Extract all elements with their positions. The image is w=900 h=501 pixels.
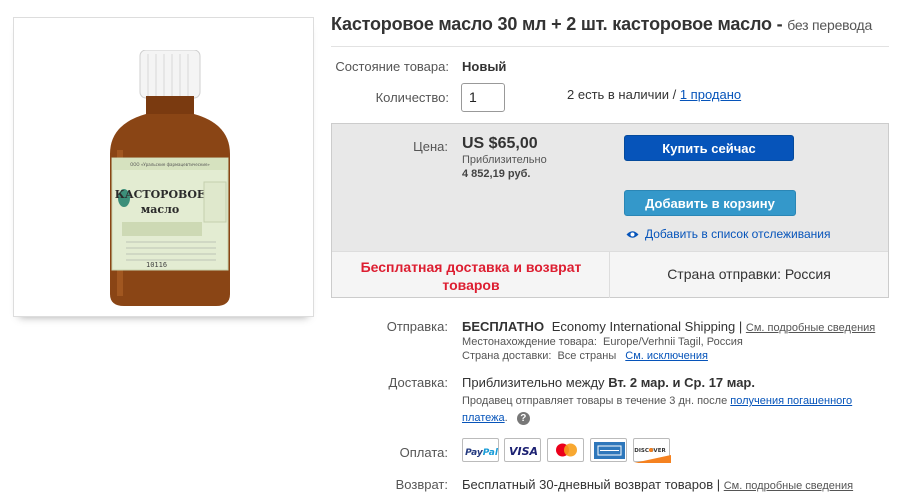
delivery-note-text: Продавец отправляет товары в течение 3 д…	[462, 395, 728, 407]
svg-text:10116: 10116	[146, 261, 167, 269]
product-title-text: Касторовое масло 30 мл + 2 шт. касторово…	[331, 14, 783, 34]
shipping-details-link[interactable]: См. подробные сведения	[746, 322, 875, 334]
condition-value: Новый	[462, 59, 507, 74]
shipping-line: БЕСПЛАТНО Economy International Shipping…	[462, 319, 875, 334]
add-to-watchlist-link[interactable]: Добавить в список отслеживания	[626, 227, 830, 241]
price-value: US $65,00	[462, 135, 538, 152]
buy-now-button[interactable]: Купить сейчас	[624, 135, 794, 161]
ships-to: Страна доставки: Все страны См. исключен…	[462, 350, 708, 362]
delivery-note: Продавец отправляет товары в течение 3 д…	[462, 393, 872, 427]
svg-text:масло: масло	[141, 203, 179, 216]
sold-count-link[interactable]: 1 продано	[680, 87, 741, 102]
delivery-estimate: Приблизительно между Вт. 2 мар. и Ср. 17…	[462, 375, 755, 390]
delivery-note-end: .	[504, 412, 508, 424]
ships-to-value: Все страны	[557, 350, 617, 362]
ships-to-label: Страна доставки:	[462, 350, 552, 362]
delivery-estimate-prefix: Приблизительно между	[462, 375, 605, 390]
returns-value: Бесплатный 30-дневный возврат товаров |	[462, 477, 721, 492]
ships-from-country: Страна отправки: Россия	[667, 266, 831, 282]
mastercard-icon	[547, 438, 584, 462]
add-to-cart-button[interactable]: Добавить в корзину	[624, 190, 796, 216]
svg-text:КАСТОРОВОЕ: КАСТОРОВОЕ	[115, 188, 206, 201]
free-shipping-returns: Бесплатная доставка и возврат товаров	[360, 259, 582, 293]
product-image-card[interactable]: ООО «Уральские фармацевтические» КАСТОРО…	[13, 17, 314, 317]
item-location-label: Местонахождение товара:	[462, 336, 597, 348]
quantity-input[interactable]: 1	[461, 83, 505, 112]
title-translation-note: без перевода	[787, 17, 873, 33]
item-location-value: Europe/Verhnii Tagil, Россия	[603, 336, 743, 348]
price-panel: Цена: US $65,00 Приблизительно 4 852,19 …	[331, 123, 889, 298]
quantity-label: Количество:	[375, 90, 449, 105]
shipping-label: Отправка:	[386, 319, 448, 334]
panel-shipping-strip: Бесплатная доставка и возврат товаров Ст…	[332, 251, 888, 298]
returns-details-link[interactable]: См. подробные сведения	[724, 480, 853, 492]
visa-icon: VISA	[504, 438, 541, 462]
available-count: 2 есть в наличии /	[567, 87, 677, 102]
condition-label: Состояние товара:	[335, 59, 449, 74]
returns-label: Возврат:	[395, 477, 448, 492]
eye-icon	[626, 231, 639, 239]
price-label: Цена:	[413, 139, 448, 154]
payment-label: Оплата:	[399, 445, 448, 460]
exclusions-link[interactable]: См. исключения	[625, 350, 708, 362]
approx-price-label: Приблизительно	[462, 154, 547, 166]
amex-icon	[590, 438, 627, 462]
quantity-availability: 2 есть в наличии / 1 продано	[567, 87, 741, 102]
svg-text:VISA: VISA	[509, 445, 538, 458]
watchlist-label: Добавить в список отслеживания	[645, 227, 831, 241]
discover-icon: DISCOVER	[633, 438, 671, 463]
help-icon[interactable]: ?	[516, 411, 530, 425]
delivery-label: Доставка:	[388, 375, 448, 390]
paypal-icon: PayPal	[462, 438, 499, 462]
svg-text:ООО «Уральские фармацевтически: ООО «Уральские фармацевтические»	[130, 162, 210, 167]
title-divider	[331, 46, 889, 47]
item-location: Местонахождение товара: Europe/Verhnii T…	[462, 336, 743, 348]
svg-text:PayPal: PayPal	[465, 448, 499, 458]
castor-oil-bottle-image: ООО «Уральские фармацевтические» КАСТОРО…	[110, 50, 230, 306]
shipping-service: Economy International Shipping |	[551, 319, 743, 334]
product-title: Касторовое масло 30 мл + 2 шт. касторово…	[331, 14, 891, 35]
returns-line: Бесплатный 30-дневный возврат товаров | …	[462, 477, 853, 492]
approx-price-value: 4 852,19 руб.	[462, 168, 531, 180]
shipping-free: БЕСПЛАТНО	[462, 319, 545, 334]
delivery-dates: Вт. 2 мар. и Ср. 17 мар.	[608, 375, 755, 390]
